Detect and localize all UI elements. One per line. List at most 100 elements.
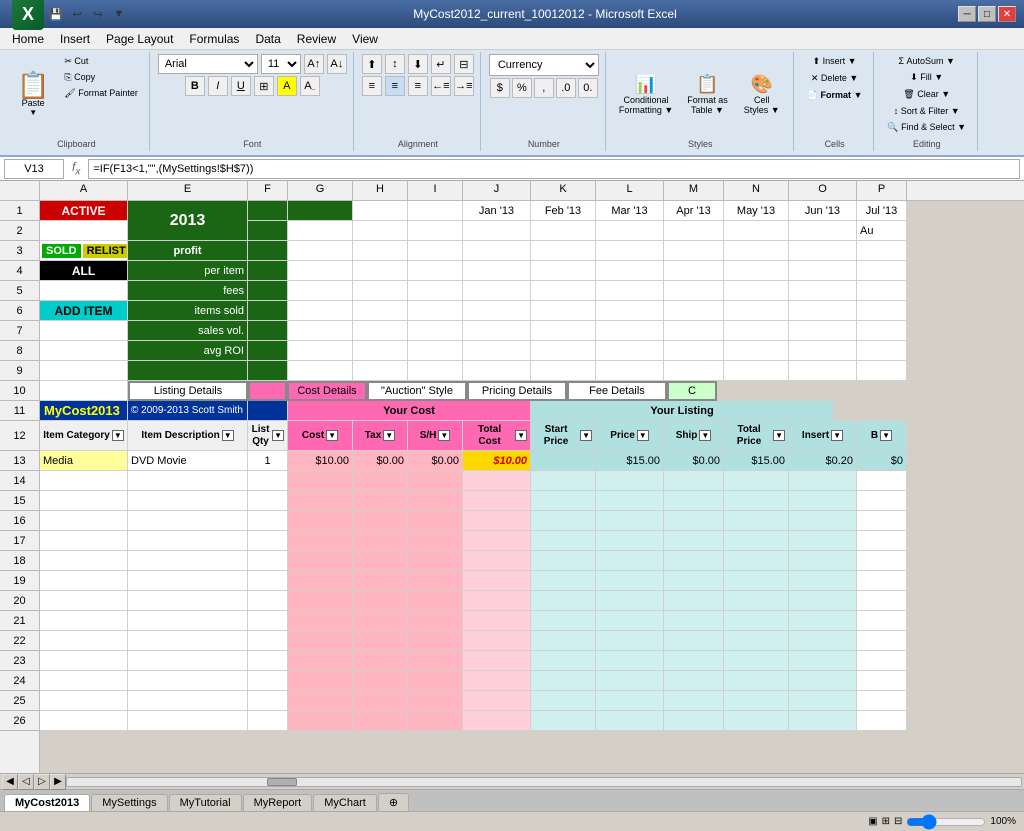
cell-j13-totalcost[interactable]: $10.00 <box>463 451 531 471</box>
align-top-btn[interactable]: ⬆ <box>362 54 382 74</box>
paste-button[interactable]: 📋 Paste ▼ <box>10 54 56 135</box>
cost-details-btn[interactable] <box>248 381 287 401</box>
sort-filter-btn[interactable]: ↕ Sort & Filter ▼ <box>889 104 965 118</box>
indent-increase-btn[interactable]: →≡ <box>454 76 474 96</box>
cell-p7[interactable] <box>857 321 907 341</box>
cell-l9[interactable] <box>596 361 664 381</box>
cell-k5[interactable] <box>531 281 596 301</box>
cell-i6[interactable] <box>408 301 463 321</box>
cell-m3[interactable] <box>664 241 724 261</box>
cell-h5[interactable] <box>353 281 408 301</box>
cell-h18[interactable] <box>353 551 408 571</box>
cell-e16[interactable] <box>128 511 248 531</box>
cell-l15[interactable] <box>596 491 664 511</box>
cell-f4[interactable] <box>248 261 288 281</box>
scroll-tab-left-btn[interactable]: ◁ <box>18 774 34 790</box>
cell-o14[interactable] <box>789 471 857 491</box>
cell-g3[interactable] <box>288 241 353 261</box>
row-header-14[interactable]: 14 <box>0 471 39 491</box>
col-header-l[interactable]: L <box>596 181 664 200</box>
cell-m4[interactable] <box>664 261 724 281</box>
sheet-tab-myreport[interactable]: MyReport <box>243 794 313 811</box>
row-header-13[interactable]: 13 <box>0 451 39 471</box>
cell-g6[interactable] <box>288 301 353 321</box>
menu-formulas[interactable]: Formulas <box>181 30 247 48</box>
normal-view-btn[interactable]: ▣ <box>868 816 877 827</box>
cell-e4-peritem[interactable]: per item <box>128 261 248 281</box>
align-right-btn[interactable]: ≡ <box>408 76 428 96</box>
cell-a8[interactable] <box>40 341 128 361</box>
row-header-7[interactable]: 7 <box>0 321 39 341</box>
col-header-g[interactable]: G <box>288 181 353 200</box>
cell-k14[interactable] <box>531 471 596 491</box>
row-header-6[interactable]: 6 <box>0 301 39 321</box>
cell-h2[interactable] <box>353 221 408 241</box>
cell-i3[interactable] <box>408 241 463 261</box>
cell-h16[interactable] <box>353 511 408 531</box>
auction-style-btn[interactable]: "Auction" Style <box>367 381 467 401</box>
decimal-decrease-btn[interactable]: 0. <box>578 78 598 98</box>
cell-m14[interactable] <box>664 471 724 491</box>
sheet-tab-new[interactable]: ⊕ <box>378 793 409 811</box>
listing-details-btn[interactable]: Listing Details <box>128 381 248 401</box>
col-header-a[interactable]: A <box>40 181 128 200</box>
cell-p8[interactable] <box>857 341 907 361</box>
cell-a5[interactable] <box>40 281 128 301</box>
cell-p5[interactable] <box>857 281 907 301</box>
cell-p18[interactable] <box>857 551 907 571</box>
sheet-tab-mysettings[interactable]: MySettings <box>91 794 167 811</box>
cell-n13-totalprice[interactable]: $15.00 <box>724 451 789 471</box>
cell-h4[interactable] <box>353 261 408 281</box>
row-header-3[interactable]: 3 <box>0 241 39 261</box>
sold-button[interactable]: SOLD <box>42 244 81 258</box>
cell-i16[interactable] <box>408 511 463 531</box>
cell-n6[interactable] <box>724 301 789 321</box>
cell-l8[interactable] <box>596 341 664 361</box>
copy-button[interactable]: ⎘ Copy <box>59 70 142 85</box>
font-size-select[interactable]: 11 <box>261 54 301 74</box>
cell-p15[interactable] <box>857 491 907 511</box>
quick-access-toolbar[interactable]: X 💾 ↩ ↪ ▼ <box>8 0 132 32</box>
scroll-right-btn[interactable]: ▶ <box>50 774 66 790</box>
cell-j4[interactable] <box>463 261 531 281</box>
row-header-10[interactable]: 10 <box>0 381 39 401</box>
wrap-text-btn[interactable]: ↵ <box>431 54 451 74</box>
cell-o13-insert[interactable]: $0.20 <box>789 451 857 471</box>
close-btn[interactable]: ✕ <box>998 6 1016 22</box>
cell-n17[interactable] <box>724 531 789 551</box>
col-header-n[interactable]: N <box>724 181 789 200</box>
cell-i13-sh[interactable]: $0.00 <box>408 451 463 471</box>
cell-m1[interactable]: Apr '13 <box>664 201 724 221</box>
cell-p4[interactable] <box>857 261 907 281</box>
cell-p6[interactable] <box>857 301 907 321</box>
cell-o15[interactable] <box>789 491 857 511</box>
cell-a15[interactable] <box>40 491 128 511</box>
col-header-k[interactable]: K <box>531 181 596 200</box>
cell-k8[interactable] <box>531 341 596 361</box>
col-header-e[interactable]: E <box>128 181 248 200</box>
cell-i17[interactable] <box>408 531 463 551</box>
save-btn[interactable]: 💾 <box>47 5 65 23</box>
cell-o17[interactable] <box>789 531 857 551</box>
cell-f2[interactable] <box>248 221 288 241</box>
cell-i7[interactable] <box>408 321 463 341</box>
cell-m15[interactable] <box>664 491 724 511</box>
cell-f16[interactable] <box>248 511 288 531</box>
row-header-25[interactable]: 25 <box>0 691 39 711</box>
cell-h3[interactable] <box>353 241 408 261</box>
cell-f3[interactable] <box>248 241 288 261</box>
align-middle-btn[interactable]: ↕ <box>385 54 405 74</box>
cell-p13-b[interactable]: $0 <box>857 451 907 471</box>
cell-p1[interactable]: Jul '13 <box>857 201 907 221</box>
cell-m7[interactable] <box>664 321 724 341</box>
cell-i1[interactable] <box>408 201 463 221</box>
cell-l7[interactable] <box>596 321 664 341</box>
cell-j9[interactable] <box>463 361 531 381</box>
comma-btn[interactable]: , <box>534 78 554 98</box>
cell-m6[interactable] <box>664 301 724 321</box>
cell-p16[interactable] <box>857 511 907 531</box>
merge-btn[interactable]: ⊟ <box>454 54 474 74</box>
cell-l2[interactable] <box>596 221 664 241</box>
cell-e9[interactable] <box>128 361 248 381</box>
cell-n7[interactable] <box>724 321 789 341</box>
